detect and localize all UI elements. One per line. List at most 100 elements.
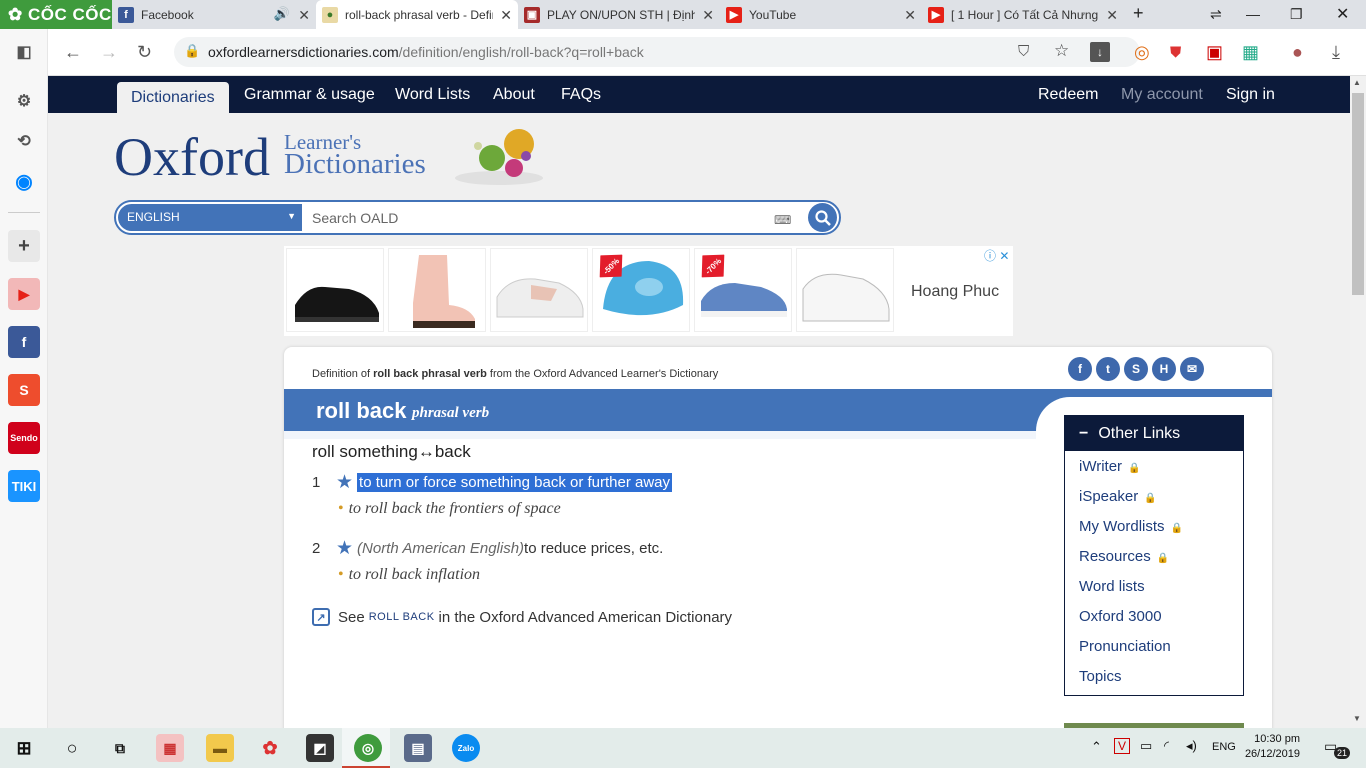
nav-my-account[interactable]: My account [1121,76,1203,113]
v-tray-icon[interactable]: V [1114,738,1130,754]
coccoc-taskbar-icon[interactable]: ◎ [354,734,382,762]
tiki-app-icon[interactable]: TIKI [8,470,40,502]
search-button[interactable] [808,203,837,232]
messenger-icon[interactable]: ◉ [8,165,40,197]
wifi-icon[interactable]: ◜ [1164,738,1169,754]
nav-redeem[interactable]: Redeem [1038,76,1098,113]
nav-sign-in[interactable]: Sign in [1226,76,1275,113]
app-icon[interactable]: ▦ [156,734,184,762]
windows-start-icon[interactable]: ⊞ [10,734,38,762]
tab-oxford[interactable]: ● roll-back phrasal verb - Definition ✕ [316,0,518,29]
tab-search-icon[interactable]: ⇌ [1210,6,1222,23]
tab-facebook[interactable]: f Facebook 🔊 ✕ [112,0,316,29]
link-iwriter[interactable]: iWriter 🔒 [1079,458,1141,475]
new-tab-icon[interactable]: + [1133,3,1144,24]
volume-icon[interactable]: ◂) [1186,738,1197,754]
system-clock[interactable]: 10:30 pm 26/12/2019 [1240,732,1300,762]
keyboard-icon[interactable]: ⌨ [774,213,791,227]
extension-color-icon[interactable]: ▦ [1242,42,1259,63]
other-links-toggle[interactable]: − Other Links [1065,416,1243,451]
paint-icon[interactable]: ✿ [256,734,284,762]
settings-icon[interactable]: ⚙ [8,85,40,117]
extension-coccoc-icon[interactable]: ◎ [1134,42,1150,63]
back-icon[interactable]: ← [64,42,82,63]
scroll-down-icon[interactable]: ▼ [1353,714,1361,723]
facebook-share-icon[interactable]: f [1068,357,1092,381]
task-view-icon[interactable]: ⧉ [106,734,134,762]
ad-product-boot[interactable] [388,248,486,332]
close-tab-icon[interactable]: ✕ [904,7,916,24]
other-links-panel: − Other Links iWriter 🔒 iSpeaker 🔒 My Wordl… [1064,415,1244,696]
reload-icon[interactable]: ↻ [137,42,152,63]
extension-shield-icon[interactable]: ⛊ [1170,44,1181,61]
close-tab-icon[interactable]: ✕ [702,7,714,24]
twitter-share-icon[interactable]: t [1096,357,1120,381]
ad-product-blue-shoe[interactable]: -70% [694,248,792,332]
search-input[interactable]: Search OALD [312,210,398,226]
ad-product-sneaker[interactable] [490,248,588,332]
language-indicator[interactable]: ENG [1212,741,1236,753]
see-also-link[interactable]: ↗ See ROLL BACK in the Oxford Advanced A… [312,608,732,626]
search-icon[interactable]: ○ [58,734,86,762]
ad-product-cap[interactable]: -50% [592,248,690,332]
zalo-icon[interactable]: Zalo [452,734,480,762]
sendo-app-icon[interactable]: Sendo [8,422,40,454]
ad-product-white-shoe[interactable] [796,248,894,332]
extension-red-icon[interactable]: ▣ [1206,42,1223,63]
profile-avatar-icon[interactable]: ● [1292,42,1303,63]
page-scrollbar[interactable]: ▲ ▼ [1350,76,1366,728]
link-my-wordlists[interactable]: My Wordlists 🔒 [1079,518,1183,535]
coccoc-menu-button[interactable]: ✿ CỐC CỐC [0,0,112,29]
shield-icon[interactable]: ⛉ [1018,43,1029,60]
stumbleupon-share-icon[interactable]: S [1124,357,1148,381]
facebook-app-icon[interactable]: f [8,326,40,358]
language-select[interactable]: ENGLISH ▼ [118,204,302,231]
link-resources[interactable]: Resources 🔒 [1079,548,1169,565]
email-share-icon[interactable]: ✉ [1180,357,1204,381]
tab-cambridge[interactable]: ▣ PLAY ON/UPON STH | Định ✕ [518,0,720,29]
close-tab-icon[interactable]: ✕ [500,7,512,24]
nav-word-lists[interactable]: Word Lists [395,76,470,113]
download-page-icon[interactable]: ↓ [1090,42,1110,62]
history-icon[interactable]: ⟲ [8,125,40,157]
nav-grammar-usage[interactable]: Grammar & usage [244,76,375,113]
register-label: (North American English) [357,540,525,557]
notes-icon[interactable]: ◩ [306,734,334,762]
ad-product-shoe[interactable] [286,248,384,332]
windows-taskbar: ⊞ ○ ⧉ ▦ ▬ ✿ ◩ ◎ ▤ Zalo ⌃ V ▭ ◜ ◂) ENG 10… [0,728,1366,768]
link-topics[interactable]: Topics [1079,668,1122,685]
address-bar[interactable]: 🔒 oxfordlearnersdictionaries.com/definit… [174,37,1140,67]
bookmark-star-icon[interactable]: ☆ [1054,41,1069,61]
youtube-app-icon[interactable]: ▶ [8,278,40,310]
downloads-icon[interactable]: ⤓ [1332,42,1340,63]
hi5-share-icon[interactable]: H [1152,357,1176,381]
link-pronunciation[interactable]: Pronunciation [1079,638,1171,655]
minimize-icon[interactable]: — [1246,6,1260,22]
app-icon[interactable]: ▤ [404,734,432,762]
nav-about[interactable]: About [493,76,535,113]
link-oxford-3000[interactable]: Oxford 3000 [1079,608,1162,625]
chevron-up-icon[interactable]: ⌃ [1091,739,1102,755]
close-tab-icon[interactable]: ✕ [1106,7,1118,24]
add-app-icon[interactable]: + [8,230,40,262]
scroll-thumb[interactable] [1352,93,1364,295]
nav-dictionaries[interactable]: Dictionaries [117,82,229,113]
shopee-app-icon[interactable]: S [8,374,40,406]
sidebar-toggle-icon[interactable]: ◧ [8,36,40,68]
tab-youtube[interactable]: ▶ YouTube ✕ [720,0,922,29]
forward-icon[interactable]: → [100,42,118,63]
nav-faqs[interactable]: FAQs [561,76,601,113]
ad-brand[interactable]: Hoang Phuc [911,283,999,301]
tab-youtube-2[interactable]: ▶ [ 1 Hour ] Có Tất Cả Nhưng ✕ [922,0,1124,29]
battery-icon[interactable]: ▭ [1140,738,1152,754]
link-ispeaker[interactable]: iSpeaker 🔒 [1079,488,1157,505]
speaker-icon[interactable]: 🔊 [274,6,290,22]
close-window-icon[interactable]: ✕ [1336,4,1349,24]
close-tab-icon[interactable]: ✕ [298,7,310,24]
ad-banner[interactable]: -50% -70% Hoang Phuc ⓘ ✕ [284,246,1013,336]
ad-info-icon[interactable]: ⓘ ✕ [984,247,1009,264]
file-explorer-icon[interactable]: ▬ [206,734,234,762]
link-word-lists[interactable]: Word lists [1079,578,1145,595]
scroll-up-icon[interactable]: ▲ [1353,78,1361,87]
restore-icon[interactable]: ❐ [1290,6,1303,23]
